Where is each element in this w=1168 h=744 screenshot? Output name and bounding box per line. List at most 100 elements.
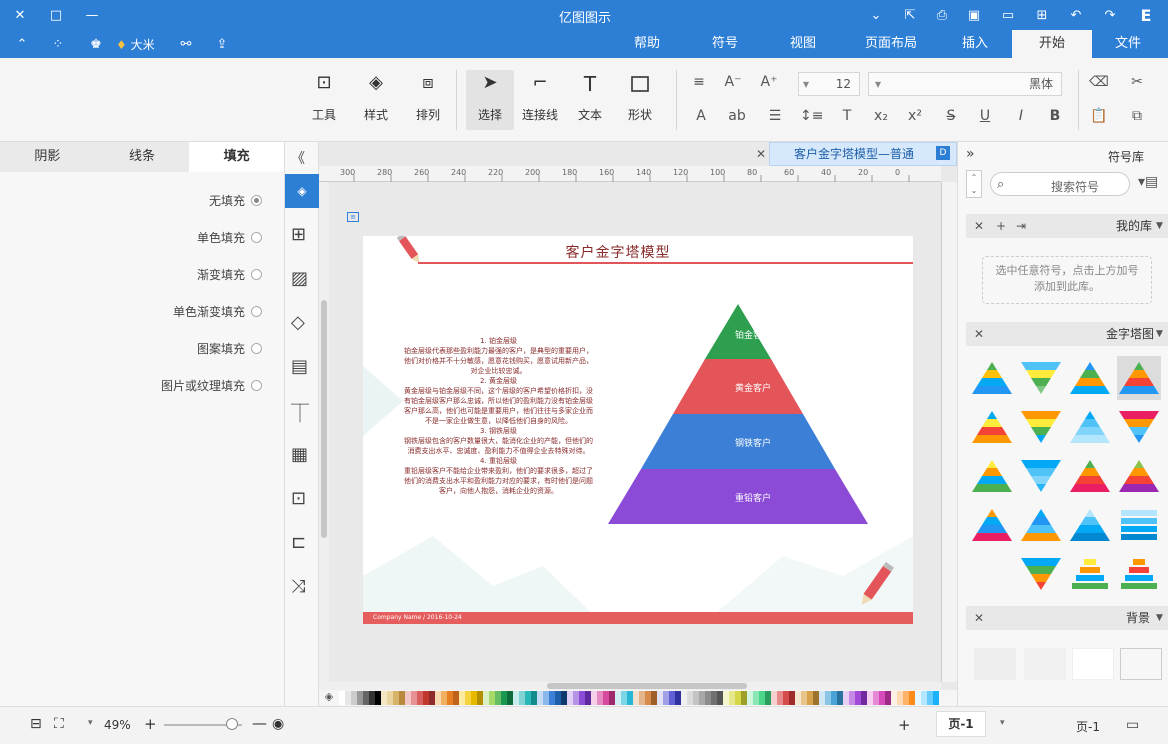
select-button[interactable]: ➤ 选择 bbox=[466, 70, 514, 130]
cut-icon[interactable]: ✂ bbox=[1126, 74, 1148, 94]
minimize-icon[interactable]: — bbox=[82, 5, 102, 25]
fill-option-none[interactable]: 无填充 bbox=[209, 192, 262, 209]
background-thumb[interactable] bbox=[1072, 648, 1114, 680]
add-page-icon[interactable]: + bbox=[898, 716, 911, 734]
bold-icon[interactable]: B bbox=[1044, 108, 1066, 128]
page-dropdown-icon[interactable]: ▾ bbox=[1000, 718, 1005, 728]
italic-icon[interactable]: I bbox=[1010, 108, 1032, 128]
zoom-in-icon[interactable]: + bbox=[144, 715, 157, 733]
fit-page-icon[interactable]: ◉ bbox=[272, 716, 284, 732]
apps-icon[interactable]: ⁘ bbox=[48, 34, 68, 54]
background-section-header[interactable]: ✕ 背景 ▼ bbox=[966, 606, 1168, 630]
add-icon[interactable]: + bbox=[996, 214, 1006, 238]
format-painter-icon[interactable]: ⌫ bbox=[1088, 74, 1110, 94]
font-color-icon[interactable]: A bbox=[690, 108, 712, 128]
vertical-scrollbar[interactable] bbox=[319, 182, 329, 682]
close-section-icon[interactable]: ✕ bbox=[974, 606, 984, 630]
pyramid-shape-thumb[interactable] bbox=[1019, 356, 1063, 400]
chart-icon[interactable]: ⏉ bbox=[291, 400, 313, 425]
superscript-icon[interactable]: x² bbox=[904, 108, 926, 128]
background-thumb[interactable] bbox=[974, 648, 1016, 680]
page-icon[interactable]: ▤ bbox=[291, 356, 313, 378]
text-case-icon[interactable]: ab bbox=[726, 108, 748, 128]
symbol-search-input[interactable]: ⌕ 搜索符号 bbox=[990, 172, 1130, 196]
section-toggle-icon[interactable]: ▼ bbox=[1156, 322, 1163, 346]
paste-icon[interactable]: 📋 bbox=[1088, 108, 1110, 128]
print-icon[interactable]: ⎙ bbox=[932, 5, 952, 25]
decrease-font-icon[interactable]: A⁻ bbox=[722, 74, 744, 94]
redo-icon[interactable]: ↷ bbox=[1100, 5, 1120, 25]
increase-font-icon[interactable]: A⁺ bbox=[758, 74, 780, 94]
background-thumb[interactable] bbox=[1024, 648, 1066, 680]
tab-shadow[interactable]: 阴影 bbox=[0, 142, 95, 172]
tab-line[interactable]: 线条 bbox=[95, 142, 190, 172]
horizontal-scroll-thumb[interactable] bbox=[547, 683, 747, 689]
fill-icon[interactable]: ◈ bbox=[285, 174, 319, 208]
strikethrough-icon[interactable]: S̶ bbox=[940, 108, 962, 128]
pyramid-shape-thumb[interactable] bbox=[970, 454, 1014, 498]
zoom-out-icon[interactable]: — bbox=[252, 714, 267, 732]
panel-toggle-icon[interactable]: ▭ bbox=[1126, 717, 1139, 733]
tab-view[interactable]: 视图 bbox=[768, 30, 838, 58]
save-icon[interactable]: ▣ bbox=[964, 5, 984, 25]
text-button[interactable]: T 文本 bbox=[568, 70, 612, 130]
pyramid-shape-thumb[interactable] bbox=[1068, 356, 1112, 400]
library-menu-icon[interactable]: ▾▤ bbox=[1138, 174, 1158, 190]
copy-icon[interactable]: ⧉ bbox=[1126, 108, 1148, 128]
pyramid-shape-thumb[interactable] bbox=[970, 356, 1014, 400]
share-icon[interactable]: ⚯ bbox=[176, 34, 196, 54]
my-library-header[interactable]: ✕ + ⇥ 我的库 ▼ bbox=[966, 214, 1168, 238]
vertical-scroll-thumb[interactable] bbox=[321, 300, 327, 538]
pyramid-section-header[interactable]: ✕ 金字塔图 ▼ bbox=[966, 322, 1168, 346]
tab-help[interactable]: 帮助 bbox=[612, 30, 682, 58]
presentation-icon[interactable]: ⊏ bbox=[291, 532, 313, 554]
horizontal-scrollbar[interactable] bbox=[319, 682, 941, 690]
document-tab[interactable]: ✕ 客户金字塔模型—普通 D bbox=[756, 142, 957, 166]
grid-icon[interactable]: ⊞ bbox=[291, 224, 313, 246]
pyramid-shape-thumb[interactable] bbox=[1117, 356, 1161, 400]
pyramid-shape-thumb[interactable] bbox=[1068, 552, 1112, 596]
new-icon[interactable]: ⊞ bbox=[1032, 5, 1052, 25]
pyramid-shape-thumb[interactable] bbox=[970, 405, 1014, 449]
layers-icon[interactable]: ◇ bbox=[291, 312, 313, 334]
close-section-icon[interactable]: ✕ bbox=[974, 214, 984, 238]
pyramid-shape-thumb[interactable] bbox=[1068, 503, 1112, 547]
pyramid-shape-thumb[interactable] bbox=[1019, 405, 1063, 449]
pyramid-shape-thumb[interactable] bbox=[1019, 552, 1063, 596]
diagram-title[interactable]: 客户金字塔模型 bbox=[363, 242, 873, 262]
fit-width-icon[interactable]: ⊟ bbox=[30, 716, 42, 732]
pyramid-shape-thumb[interactable] bbox=[1117, 503, 1161, 547]
fill-option-pattern[interactable]: 图案填充 bbox=[197, 340, 262, 357]
tab-fill[interactable]: 填充 bbox=[189, 142, 285, 172]
zoom-level[interactable]: 49% bbox=[104, 718, 131, 732]
text-direction-icon[interactable]: T bbox=[836, 108, 858, 128]
pyramid-shape-thumb[interactable] bbox=[1117, 454, 1161, 498]
open-icon[interactable]: ▭ bbox=[998, 5, 1018, 25]
tools-button[interactable]: ⊡ 工具 bbox=[302, 70, 346, 130]
fill-option-gradient[interactable]: 渐变填充 bbox=[197, 266, 262, 283]
arrange-button[interactable]: ⧈ 排列 bbox=[406, 70, 450, 130]
pyramid-shape-thumb[interactable] bbox=[1117, 552, 1161, 596]
color-swatch[interactable] bbox=[933, 691, 939, 705]
table-icon[interactable]: ▦ bbox=[291, 444, 313, 466]
pyramid-shape-thumb[interactable] bbox=[1019, 503, 1063, 547]
underline-icon[interactable]: U bbox=[974, 108, 996, 128]
section-toggle-icon[interactable]: ▼ bbox=[1156, 606, 1163, 630]
expand-panel-icon[interactable]: 《 bbox=[291, 148, 313, 170]
tab-symbol[interactable]: 符号 bbox=[690, 30, 760, 58]
subscript-icon[interactable]: x₂ bbox=[870, 108, 892, 128]
puzzle-icon[interactable]: ⊡ bbox=[291, 488, 313, 510]
spin-buttons[interactable]: ⌃ ⌄ bbox=[966, 170, 982, 198]
undo-icon[interactable]: ↶ bbox=[1066, 5, 1086, 25]
font-family-select[interactable]: 黑体 ▾ bbox=[868, 72, 1062, 96]
bullet-list-icon[interactable]: ☰ bbox=[764, 108, 786, 128]
line-spacing-icon[interactable]: ↕≡ bbox=[800, 108, 823, 128]
connector-button[interactable]: ⌐ 连接线 bbox=[518, 70, 562, 130]
fill-option-mono-gradient[interactable]: 单色渐变填充 bbox=[173, 303, 262, 320]
align-icon[interactable]: ≡ bbox=[688, 74, 710, 94]
tab-page-layout[interactable]: 页面布局 bbox=[846, 30, 936, 58]
zoom-slider-handle[interactable] bbox=[226, 718, 238, 730]
page-marker-icon[interactable]: ≡ bbox=[347, 212, 359, 222]
background-thumb[interactable] bbox=[1120, 648, 1162, 680]
description-text[interactable]: 1. 铂金层级 铂金层级代表那些盈利能力最强的客户，是典型的重要用户，他们对价格… bbox=[401, 336, 596, 496]
